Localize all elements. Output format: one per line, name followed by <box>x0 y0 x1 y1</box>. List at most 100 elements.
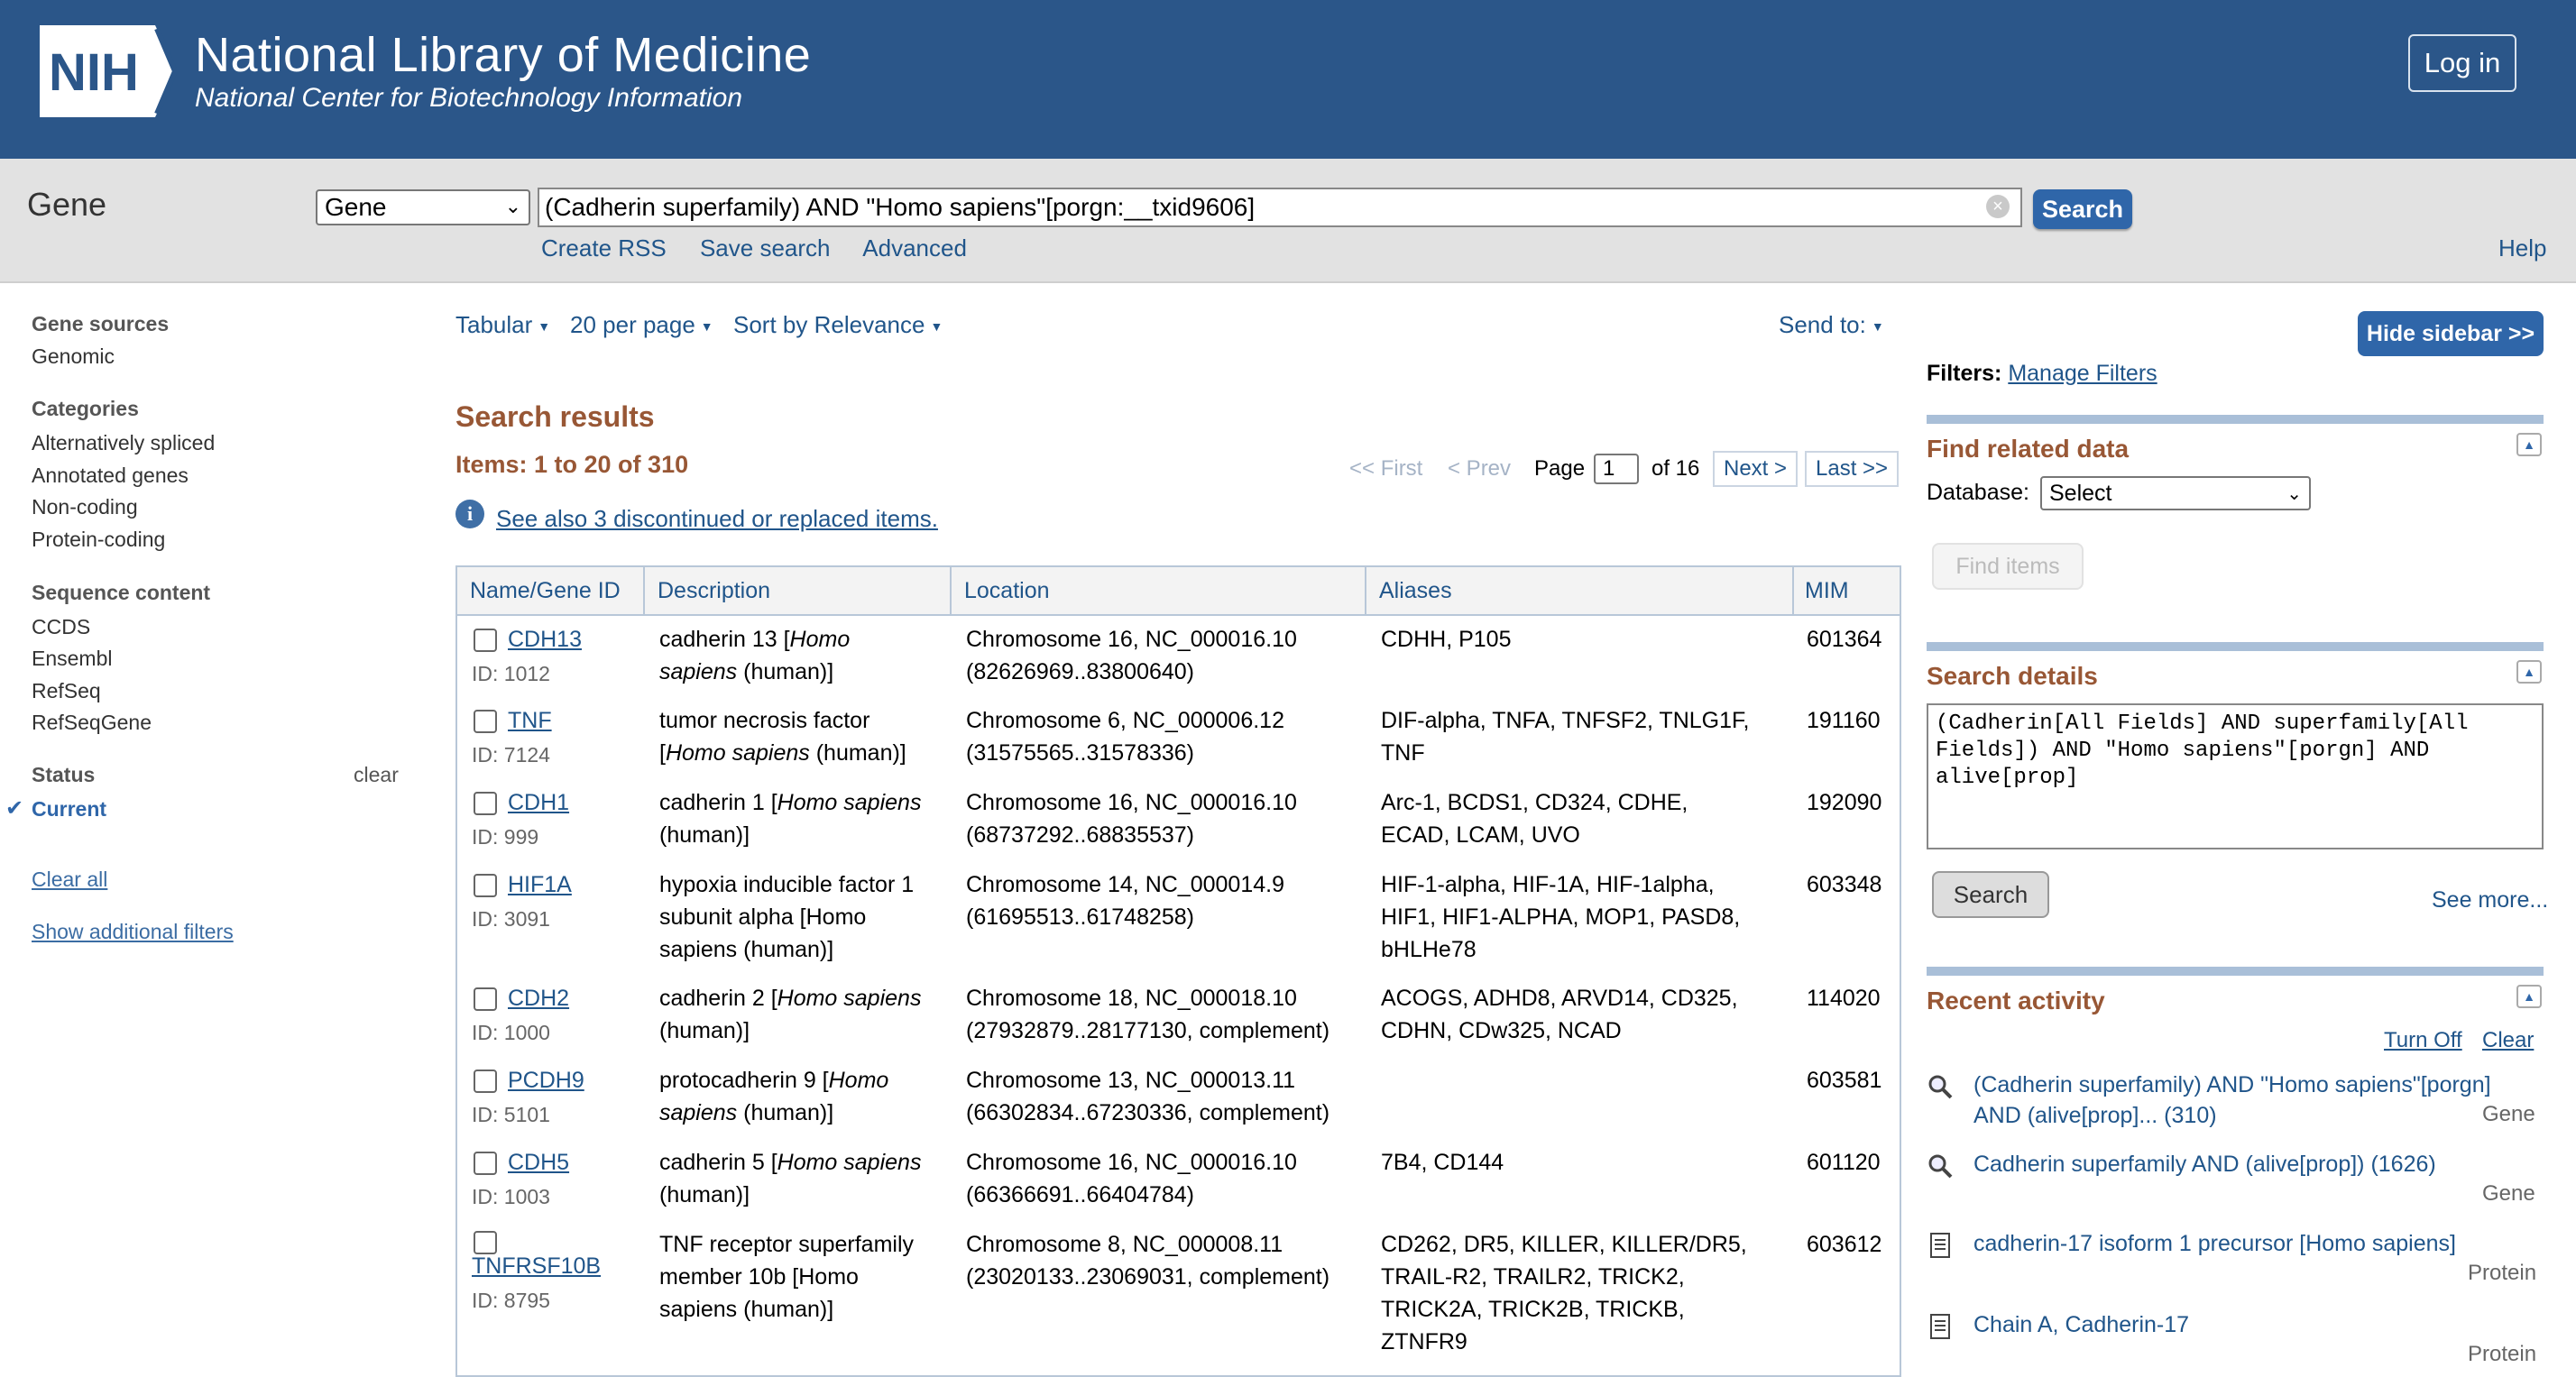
hide-sidebar-button[interactable]: Hide sidebar >> <box>2358 311 2544 356</box>
filters-row: Filters: Manage Filters <box>1927 361 2157 387</box>
clear-search-icon[interactable]: × <box>1986 195 2010 218</box>
filter-refseq[interactable]: RefSeq <box>32 679 101 703</box>
related-database-select[interactable]: Select ⌄ <box>2040 476 2311 510</box>
description: hypoxia inducible factor 1 subunit alpha … <box>659 872 915 962</box>
pager-prev[interactable]: < Prev <box>1448 456 1511 482</box>
mim[interactable]: 601120 <box>1807 1146 1881 1179</box>
gene-link[interactable]: CDH13 <box>508 627 582 652</box>
filter-protein-coding[interactable]: Protein-coding <box>32 528 165 552</box>
login-button[interactable]: Log in <box>2408 34 2516 92</box>
clear-all-link[interactable]: Clear all <box>32 868 107 892</box>
collapse-icon[interactable]: ▲ <box>2516 660 2542 684</box>
caret-down-icon: ▼ <box>700 319 713 335</box>
filter-ensembl[interactable]: Ensembl <box>32 647 112 671</box>
search-details-textarea[interactable]: (Cadherin[All Fields] AND superfamily[Al… <box>1927 703 2544 849</box>
mim[interactable]: 601364 <box>1807 623 1881 656</box>
mim[interactable]: 192090 <box>1807 786 1881 819</box>
section-divider <box>1927 967 2544 976</box>
page-number-input[interactable]: 1 <box>1594 454 1639 484</box>
location: Chromosome 16, NC_000016.10 (68737292..68… <box>966 790 1297 848</box>
filter-annotated-genes[interactable]: Annotated genes <box>32 464 189 488</box>
gene-link[interactable]: PCDH9 <box>508 1068 584 1093</box>
gene-link[interactable]: HIF1A <box>508 872 572 897</box>
search-details-button[interactable]: Search <box>1932 871 2049 918</box>
format-dropdown[interactable]: Tabular ▼ <box>455 311 550 339</box>
aliases: ACOGS, ADHD8, ARVD14, CD325, CDHN, CDw325… <box>1381 986 1738 1043</box>
description: protocadherin 9 [Homo sapiens (human)] <box>659 1068 889 1125</box>
mim[interactable]: 191160 <box>1807 704 1881 737</box>
gene-link[interactable]: TNFRSF10B <box>472 1253 601 1279</box>
database-name: Gene <box>27 186 107 223</box>
gene-link[interactable]: CDH2 <box>508 986 569 1011</box>
chevron-down-icon: ⌄ <box>2286 483 2302 504</box>
status-clear-link[interactable]: clear <box>354 763 399 787</box>
gene-link[interactable]: CDH1 <box>508 790 569 815</box>
mim[interactable]: 114020 <box>1807 982 1881 1014</box>
location: Chromosome 18, NC_000018.10 (27932879..28… <box>966 986 1330 1043</box>
filter-ccds[interactable]: CCDS <box>32 615 90 639</box>
show-additional-filters-link[interactable]: Show additional filters <box>32 920 234 944</box>
database-select[interactable]: Gene ⌄ <box>316 189 530 225</box>
mim[interactable]: 603348 <box>1807 868 1881 901</box>
search-button[interactable]: Search <box>2033 189 2132 229</box>
pager-last[interactable]: Last >> <box>1805 451 1900 487</box>
gene-id: ID: 1012 <box>472 662 550 685</box>
filter-genomic[interactable]: Genomic <box>32 344 115 369</box>
collapse-icon[interactable]: ▲ <box>2516 985 2542 1008</box>
collapse-icon[interactable]: ▲ <box>2516 433 2542 456</box>
manage-filters-link[interactable]: Manage Filters <box>2008 361 2157 386</box>
clear-link[interactable]: Clear <box>2482 1028 2534 1053</box>
see-also-link[interactable]: See also 3 discontinued or replaced item… <box>496 505 938 533</box>
pager-next[interactable]: Next > <box>1713 451 1799 487</box>
row-checkbox[interactable] <box>474 710 497 733</box>
filter-non-coding[interactable]: Non-coding <box>32 495 138 519</box>
advanced-link[interactable]: Advanced <box>862 234 967 262</box>
row-checkbox[interactable] <box>474 792 497 815</box>
sort-dropdown[interactable]: Sort by Relevance ▼ <box>733 311 943 339</box>
filter-alternatively-spliced[interactable]: Alternatively spliced <box>32 431 215 455</box>
row-checkbox[interactable] <box>474 874 497 897</box>
pager-first[interactable]: << First <box>1349 456 1422 482</box>
gene-link[interactable]: CDH5 <box>508 1150 569 1175</box>
row-checkbox[interactable] <box>474 629 497 652</box>
location: Chromosome 16, NC_000016.10 (66366691..66… <box>966 1150 1297 1207</box>
filter-group-title: Status <box>32 763 96 786</box>
mim[interactable]: 603612 <box>1807 1228 1881 1261</box>
filter-current[interactable]: Current <box>32 797 106 822</box>
gene-id: ID: 1003 <box>472 1185 550 1208</box>
row-checkbox[interactable] <box>474 1069 497 1093</box>
svg-text:NIH: NIH <box>49 43 139 102</box>
recent-activity-db: Protein <box>2468 1261 2537 1285</box>
column-header[interactable]: Description <box>658 578 770 604</box>
gene-id: ID: 5101 <box>472 1103 550 1126</box>
row-checkbox[interactable] <box>474 1152 497 1175</box>
column-header[interactable]: Location <box>964 578 1050 604</box>
recent-activity-item[interactable]: cadherin-17 isoform 1 precursor [Homo sa… <box>1973 1228 2533 1259</box>
nih-logo[interactable]: NIH <box>40 25 179 117</box>
save-search-link[interactable]: Save search <box>700 234 831 262</box>
column-header[interactable]: MIM <box>1805 578 1849 604</box>
send-to-dropdown[interactable]: Send to: ▼ <box>1779 311 1884 339</box>
search-input[interactable]: (Cadherin superfamily) AND "Homo sapiens… <box>538 188 2022 227</box>
pager-page-label: Page <box>1534 456 1586 481</box>
gene-id: ID: 3091 <box>472 907 550 931</box>
find-items-button[interactable]: Find items <box>1932 543 2084 590</box>
help-link[interactable]: Help <box>2498 234 2546 262</box>
gene-link[interactable]: TNF <box>508 708 552 733</box>
search-icon <box>1927 1152 1954 1180</box>
recent-activity-item[interactable]: Chain A, Cadherin-17 <box>1973 1309 2533 1340</box>
row-checkbox[interactable] <box>474 987 497 1011</box>
column-header[interactable]: Aliases <box>1379 578 1452 604</box>
column-header[interactable]: Name/Gene ID <box>470 578 621 604</box>
create-rss-link[interactable]: Create RSS <box>541 234 667 262</box>
per-page-dropdown[interactable]: 20 per page ▼ <box>570 311 713 339</box>
search-bar: Gene Gene ⌄ (Cadherin superfamily) AND "… <box>0 159 2576 283</box>
filter-refseqgene[interactable]: RefSeqGene <box>32 711 152 735</box>
recent-activity-item[interactable]: Cadherin superfamily AND (alive[prop]) (… <box>1973 1149 2533 1180</box>
recent-activity-item[interactable]: (Cadherin superfamily) AND "Homo sapiens… <box>1973 1069 2533 1131</box>
mim[interactable]: 603581 <box>1807 1064 1881 1097</box>
library-title[interactable]: National Library of Medicine <box>195 27 811 83</box>
location: Chromosome 6, NC_000006.12 (31575565..315… <box>966 708 1284 766</box>
turn-off-link[interactable]: Turn Off <box>2384 1028 2462 1053</box>
see-more-link[interactable]: See more... <box>2432 887 2548 913</box>
